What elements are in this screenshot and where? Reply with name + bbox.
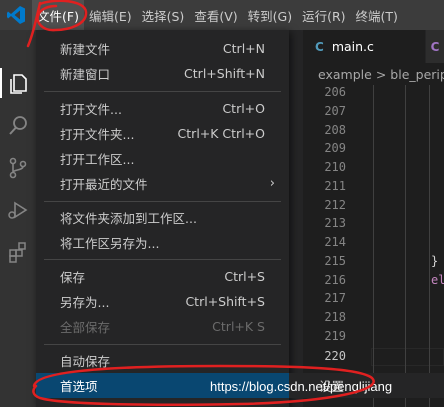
menu-file[interactable]: 文件(F): [32, 0, 84, 30]
line-number: 213: [324, 216, 346, 230]
run-debug-icon[interactable]: [0, 192, 36, 228]
menu-item-shortcut: Ctrl+N: [222, 41, 265, 56]
menu-item-open-file[interactable]: 打开文件... Ctrl+O: [36, 96, 289, 121]
menu-item-shortcut: Ctrl+Shift+S: [185, 294, 265, 309]
menu-item-open-recent[interactable]: 打开最近的文件 ›: [36, 171, 289, 196]
menu-separator: [44, 91, 281, 92]
menu-item-label: 打开最近的文件: [60, 177, 148, 192]
watermark-url: https://blog.csdn.net/penglijiang: [210, 379, 393, 394]
vscode-logo-icon: [0, 0, 32, 30]
menu-selection[interactable]: 选择(S): [137, 0, 190, 30]
menu-item-open-workspace[interactable]: 打开工作区...: [36, 146, 289, 171]
tab-label: main.c: [331, 39, 374, 54]
line-number-current: 220: [324, 349, 346, 363]
menu-item-shortcut: Ctrl+O: [222, 101, 265, 116]
menu-item-label: 打开文件...: [60, 102, 122, 117]
menu-item-label: 将文件夹添加到工作区...: [60, 211, 197, 226]
indent-guide: [405, 85, 406, 407]
menu-run[interactable]: 运行(R): [297, 0, 350, 30]
menu-go[interactable]: 转到(G): [243, 0, 297, 30]
menu-item-shortcut: Ctrl+Shift+N: [184, 66, 265, 81]
menu-edit[interactable]: 编辑(E): [84, 0, 137, 30]
menu-item-label: 首选项: [60, 379, 98, 394]
breadcrumb-subfolder[interactable]: ble_periphe: [390, 67, 444, 82]
line-number: 211: [324, 179, 346, 193]
chevron-right-icon: ›: [269, 176, 275, 191]
menu-item-label: 保存: [60, 270, 86, 285]
menu-bar: 文件(F) 编辑(E) 选择(S) 查看(V) 转到(G) 运行(R) 终端(T…: [0, 0, 444, 30]
explorer-icon[interactable]: [0, 66, 36, 102]
menu-separator: [44, 344, 281, 345]
menu-item-auto-save[interactable]: 自动保存: [36, 348, 289, 373]
c-file-icon: C: [315, 39, 324, 54]
extensions-icon[interactable]: [0, 234, 36, 270]
line-number: 219: [324, 329, 346, 343]
line-number: 216: [324, 273, 346, 287]
line-number: 207: [324, 104, 346, 118]
breadcrumb-separator: >: [375, 66, 387, 82]
file-menu-dropdown: 新建文件 Ctrl+N 新建窗口 Ctrl+Shift+N 打开文件... Ct…: [36, 30, 289, 407]
menu-item-save[interactable]: 保存 Ctrl+S: [36, 264, 289, 289]
line-number: 218: [324, 310, 346, 324]
menu-item-save-as[interactable]: 另存为... Ctrl+Shift+S: [36, 289, 289, 314]
activity-bar: [0, 30, 36, 407]
breadcrumb-folder[interactable]: example: [303, 67, 372, 82]
line-number: 217: [324, 291, 346, 305]
menu-separator: [44, 201, 281, 202]
menu-item-new-file[interactable]: 新建文件 Ctrl+N: [36, 36, 289, 61]
menu-item-label: 打开工作区...: [60, 152, 135, 167]
source-control-icon[interactable]: [0, 150, 36, 186]
line-number: 208: [324, 123, 346, 137]
menu-item-label: 将工作区另存为...: [60, 236, 160, 251]
tab-main-c[interactable]: C main.c: [303, 30, 426, 63]
line-number: 212: [324, 198, 346, 212]
line-number: 206: [324, 85, 346, 99]
code-editor[interactable]: 206 207 208 209 210 211 212 213 214 215 …: [303, 85, 444, 407]
menu-separator: [44, 259, 281, 260]
menu-item-save-all: 全部保存 Ctrl+K S: [36, 314, 289, 339]
menu-item-label: 全部保存: [60, 320, 111, 335]
indent-guide: [429, 85, 430, 407]
menu-item-save-workspace-as[interactable]: 将工作区另存为...: [36, 230, 289, 255]
line-number: 215: [324, 254, 346, 268]
breadcrumb: example > ble_periphe: [303, 63, 444, 85]
code-brace: }: [431, 254, 439, 268]
menu-item-add-folder-to-workspace[interactable]: 将文件夹添加到工作区...: [36, 205, 289, 230]
line-number: 210: [324, 160, 346, 174]
menu-view[interactable]: 查看(V): [189, 0, 242, 30]
menu-item-shortcut: Ctrl+K S: [212, 319, 265, 334]
menu-terminal[interactable]: 终端(T): [351, 0, 403, 30]
vscode-window: C main.c C example > ble_periphe 206 207…: [0, 0, 444, 407]
indent-guide: [373, 85, 374, 407]
menu-item-shortcut: Ctrl+K Ctrl+O: [177, 126, 265, 141]
code-keyword: el: [431, 273, 444, 287]
search-icon[interactable]: [0, 108, 36, 144]
menu-item-label: 自动保存: [60, 354, 111, 369]
menu-item-label: 新建窗口: [60, 67, 111, 82]
line-number: 209: [324, 141, 346, 155]
editor-tabs: C main.c C: [303, 30, 444, 63]
current-line-highlight: [371, 348, 444, 366]
menu-item-open-folder[interactable]: 打开文件夹... Ctrl+K Ctrl+O: [36, 121, 289, 146]
menu-item-label: 打开文件夹...: [60, 127, 135, 142]
tab-second-file[interactable]: C: [426, 30, 444, 63]
c-file-icon: C: [430, 39, 440, 54]
menu-item-label: 另存为...: [60, 295, 110, 310]
menu-item-new-window[interactable]: 新建窗口 Ctrl+Shift+N: [36, 61, 289, 86]
menu-item-shortcut: Ctrl+S: [224, 269, 265, 284]
line-number: 214: [324, 235, 346, 249]
menu-item-label: 新建文件: [60, 42, 111, 57]
